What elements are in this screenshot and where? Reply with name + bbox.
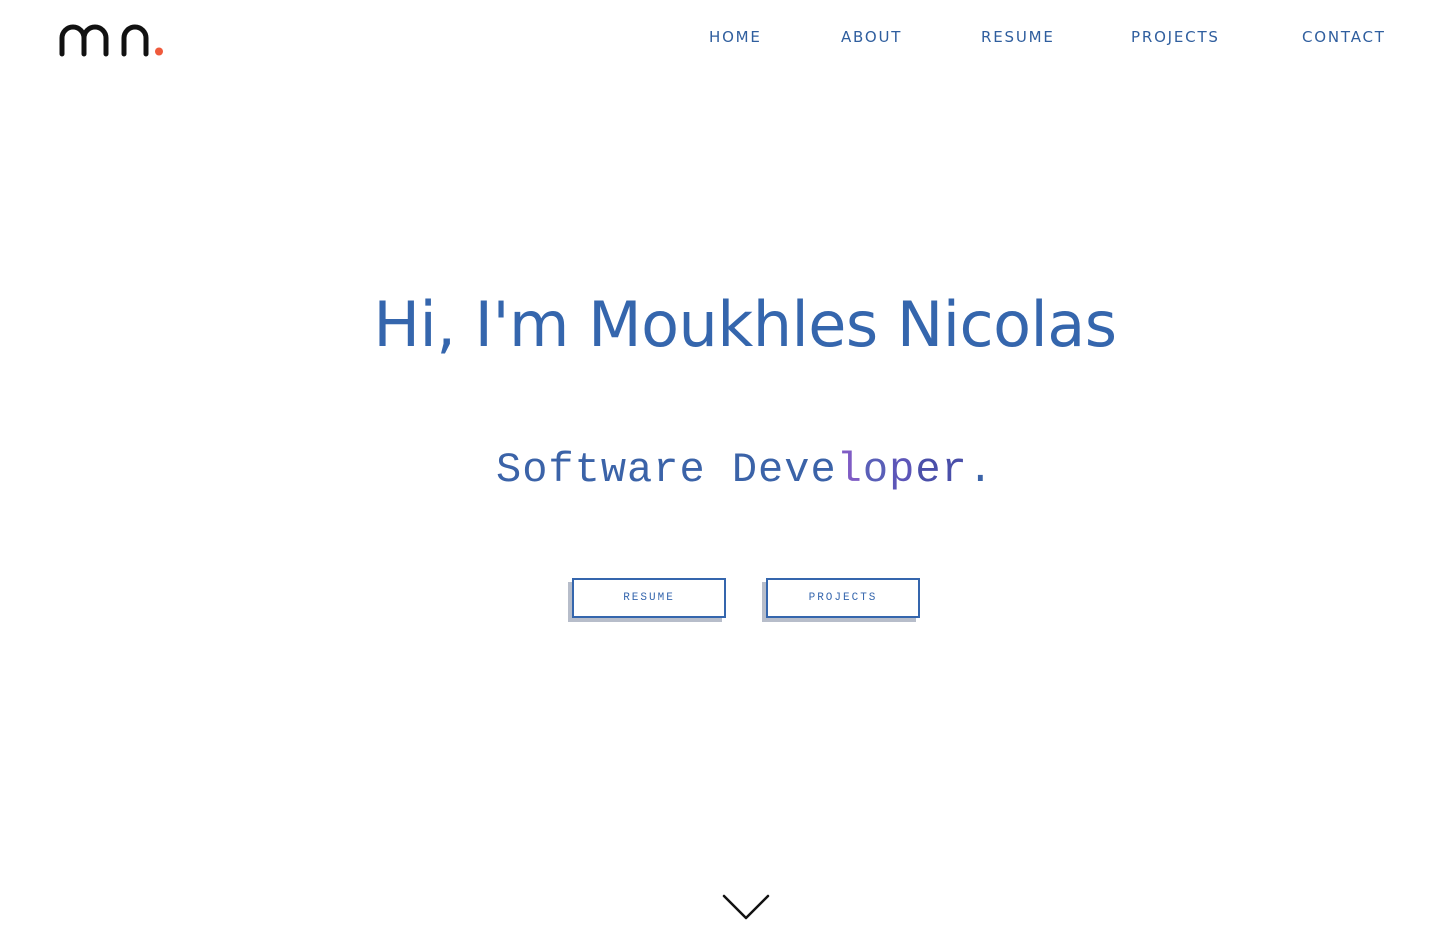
subtitle-text-1: Software Deve	[496, 446, 837, 494]
hero-subtitle: Software Developer.	[0, 446, 1449, 494]
main-nav: HOME ABOUT RESUME PROJECTS CONTACT	[0, 28, 1449, 50]
chevron-down-icon	[722, 894, 770, 920]
subtitle-text-5: er	[915, 446, 968, 494]
projects-button[interactable]: PROJECTS	[766, 578, 920, 618]
logo-text: mn.	[168, 18, 169, 19]
subtitle-text-3: o	[862, 446, 890, 494]
subtitle-text-2: l	[836, 446, 863, 494]
nav-resume-link[interactable]: RESUME	[981, 28, 1055, 46]
subtitle-text-6: .	[967, 446, 994, 494]
nav-home-link[interactable]: HOME	[709, 28, 762, 46]
hero-title: Hi, I'm Moukhles Nicolas	[373, 288, 1117, 361]
nav-projects-link[interactable]: PROJECTS	[1131, 28, 1220, 46]
subtitle-text-4: p	[889, 446, 916, 494]
scroll-down-button[interactable]	[722, 894, 770, 922]
resume-button[interactable]: RESUME	[572, 578, 726, 618]
nav-about-link[interactable]: ABOUT	[841, 28, 902, 46]
page: mn. HOME ABOUT RESUME PROJECTS CONTACT H…	[0, 0, 1449, 952]
nav-contact-link[interactable]: CONTACT	[1302, 28, 1386, 46]
